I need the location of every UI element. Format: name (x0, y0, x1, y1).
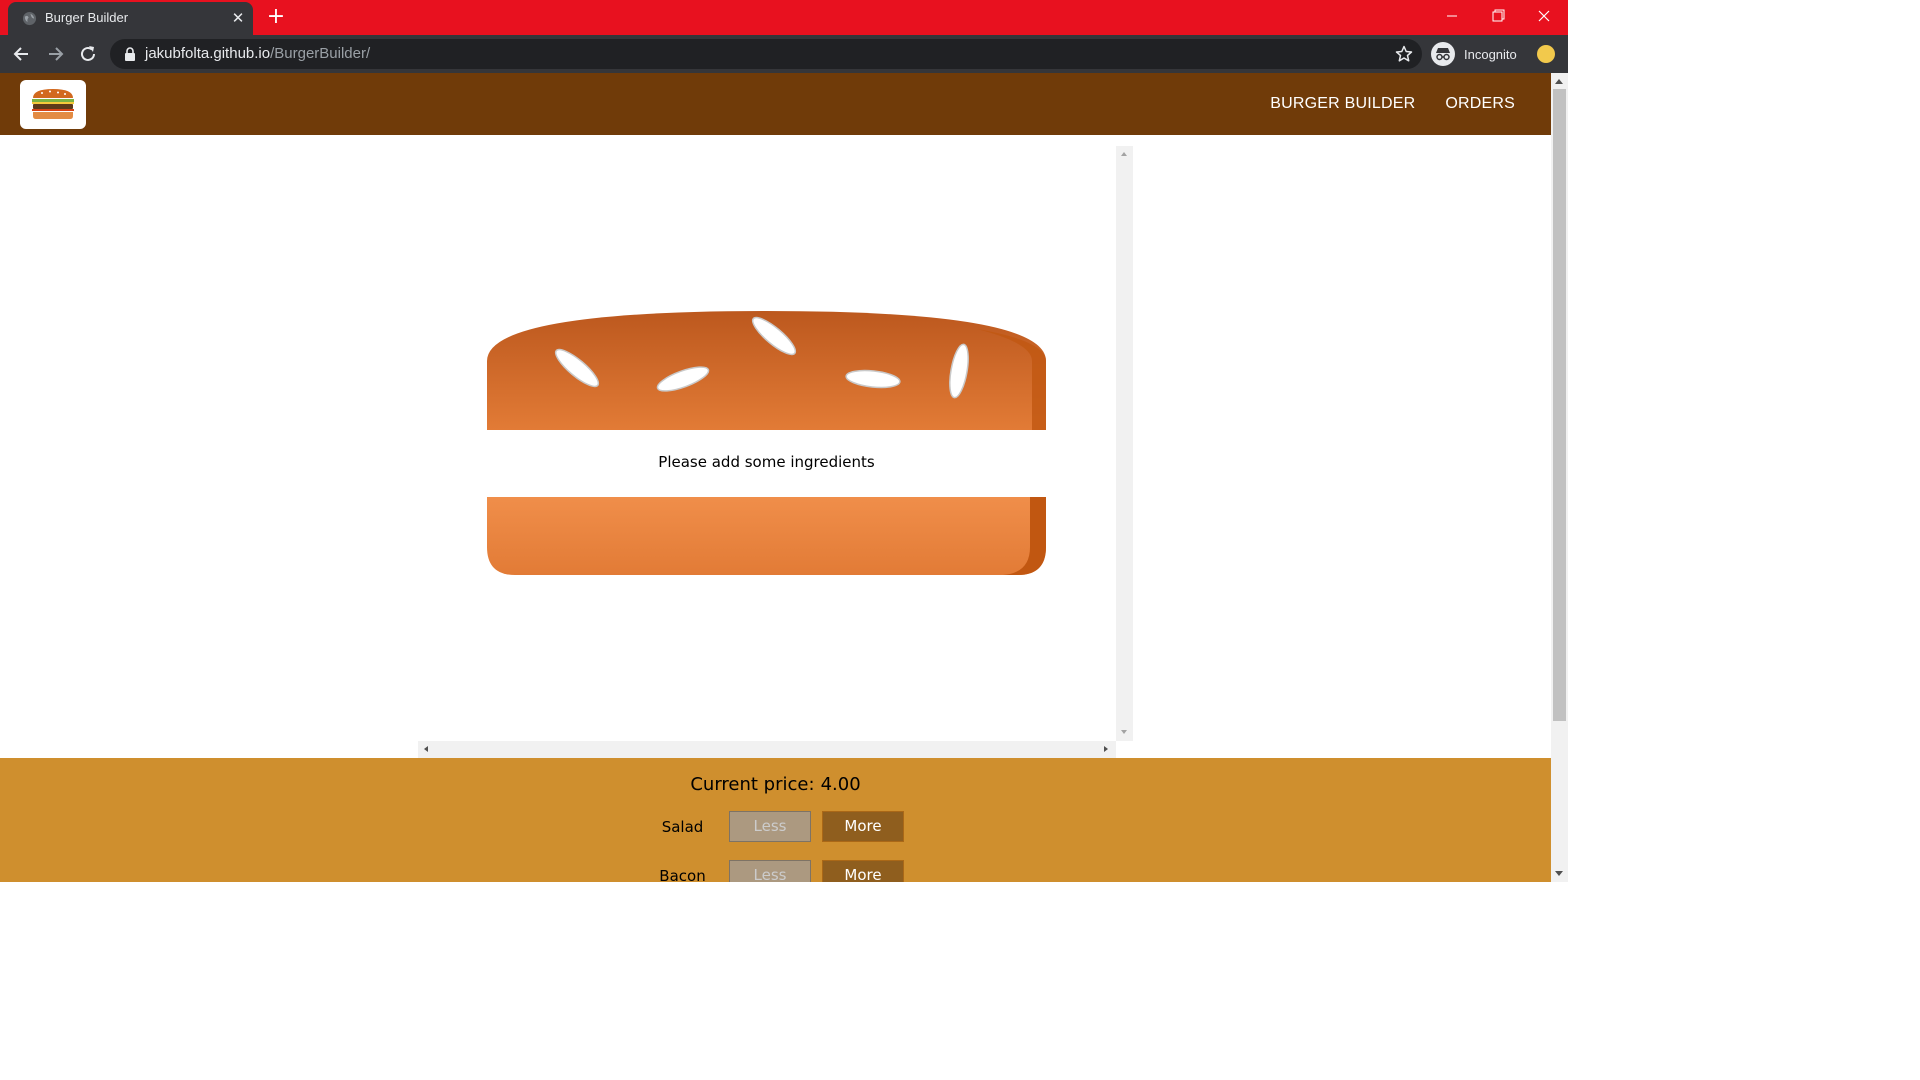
page-vertical-scrollbar[interactable] (1551, 73, 1568, 882)
scroll-up-arrow-icon[interactable] (1555, 79, 1563, 84)
scroll-left-arrow-icon[interactable] (424, 746, 428, 752)
incognito-icon (1431, 42, 1455, 66)
incognito-profile[interactable]: Incognito (1431, 40, 1517, 68)
url-text: jakubfolta.github.io/BurgerBuilder/ (145, 45, 370, 62)
browser-tab[interactable]: Burger Builder ✕ (8, 2, 253, 35)
burger-logo[interactable] (20, 80, 86, 129)
tab-close-icon[interactable]: ✕ (230, 10, 246, 26)
close-window-icon[interactable] (1524, 4, 1564, 28)
ingredient-label: Bacon (659, 866, 706, 883)
salad-more-button[interactable]: More (822, 811, 904, 842)
empty-burger-message: Please add some ingredients (658, 453, 875, 471)
app-header: BURGER BUILDER ORDERS (0, 73, 1551, 135)
burger-vertical-scrollbar[interactable] (1116, 146, 1133, 741)
current-price: Current price: 4.00 (0, 774, 1551, 795)
control-row-bacon: Bacon Less More (636, 860, 904, 882)
lock-icon (125, 47, 135, 61)
back-arrow-icon[interactable] (11, 43, 33, 65)
price-value: 4.00 (820, 774, 861, 795)
restore-icon[interactable] (1478, 4, 1518, 28)
bacon-more-button[interactable]: More (822, 860, 904, 882)
minimize-icon[interactable] (1432, 4, 1472, 28)
incognito-label: Incognito (1464, 46, 1517, 62)
nav-orders[interactable]: ORDERS (1445, 95, 1515, 113)
address-bar[interactable]: jakubfolta.github.io/BurgerBuilder/ (110, 39, 1422, 69)
burger-preview-pane (418, 146, 1133, 758)
burger-logo-icon (32, 89, 74, 119)
extension-icon[interactable] (1537, 45, 1555, 63)
price-label: Current price: (690, 774, 815, 795)
scroll-right-arrow-icon[interactable] (1104, 746, 1108, 752)
new-tab-icon[interactable]: + (263, 5, 289, 31)
ingredient-label: Salad (661, 817, 704, 836)
scrollbar-thumb[interactable] (1553, 89, 1566, 721)
bread-top (487, 311, 1046, 430)
tab-title: Burger Builder (45, 10, 129, 25)
control-row-salad: Salad Less More (636, 811, 904, 842)
scroll-down-arrow-icon[interactable] (1555, 871, 1563, 876)
build-controls: Current price: 4.00 Salad Less More Bacon… (0, 758, 1551, 882)
bread-bottom (487, 497, 1046, 575)
bookmark-star-icon[interactable] (1395, 45, 1413, 63)
burger-horizontal-scrollbar[interactable] (418, 741, 1116, 758)
main-nav: BURGER BUILDER ORDERS (1240, 73, 1515, 135)
url-path: /BurgerBuilder/ (270, 45, 371, 62)
url-host: jakubfolta.github.io (145, 45, 271, 62)
globe-icon (22, 11, 37, 26)
scroll-down-arrow-icon[interactable] (1121, 730, 1127, 734)
nav-burger-builder[interactable]: BURGER BUILDER (1270, 95, 1415, 113)
browser-toolbar: jakubfolta.github.io/BurgerBuilder/ (0, 35, 1568, 73)
salad-less-button[interactable]: Less (729, 811, 811, 842)
browser-tab-strip: Burger Builder ✕ + (0, 0, 1568, 35)
scroll-up-arrow-icon[interactable] (1121, 152, 1127, 156)
page-viewport: BURGER BUILDER ORDERS Please add some in… (0, 73, 1551, 882)
bacon-less-button[interactable]: Less (729, 860, 811, 882)
reload-icon[interactable] (77, 43, 99, 65)
forward-arrow-icon[interactable] (44, 43, 66, 65)
